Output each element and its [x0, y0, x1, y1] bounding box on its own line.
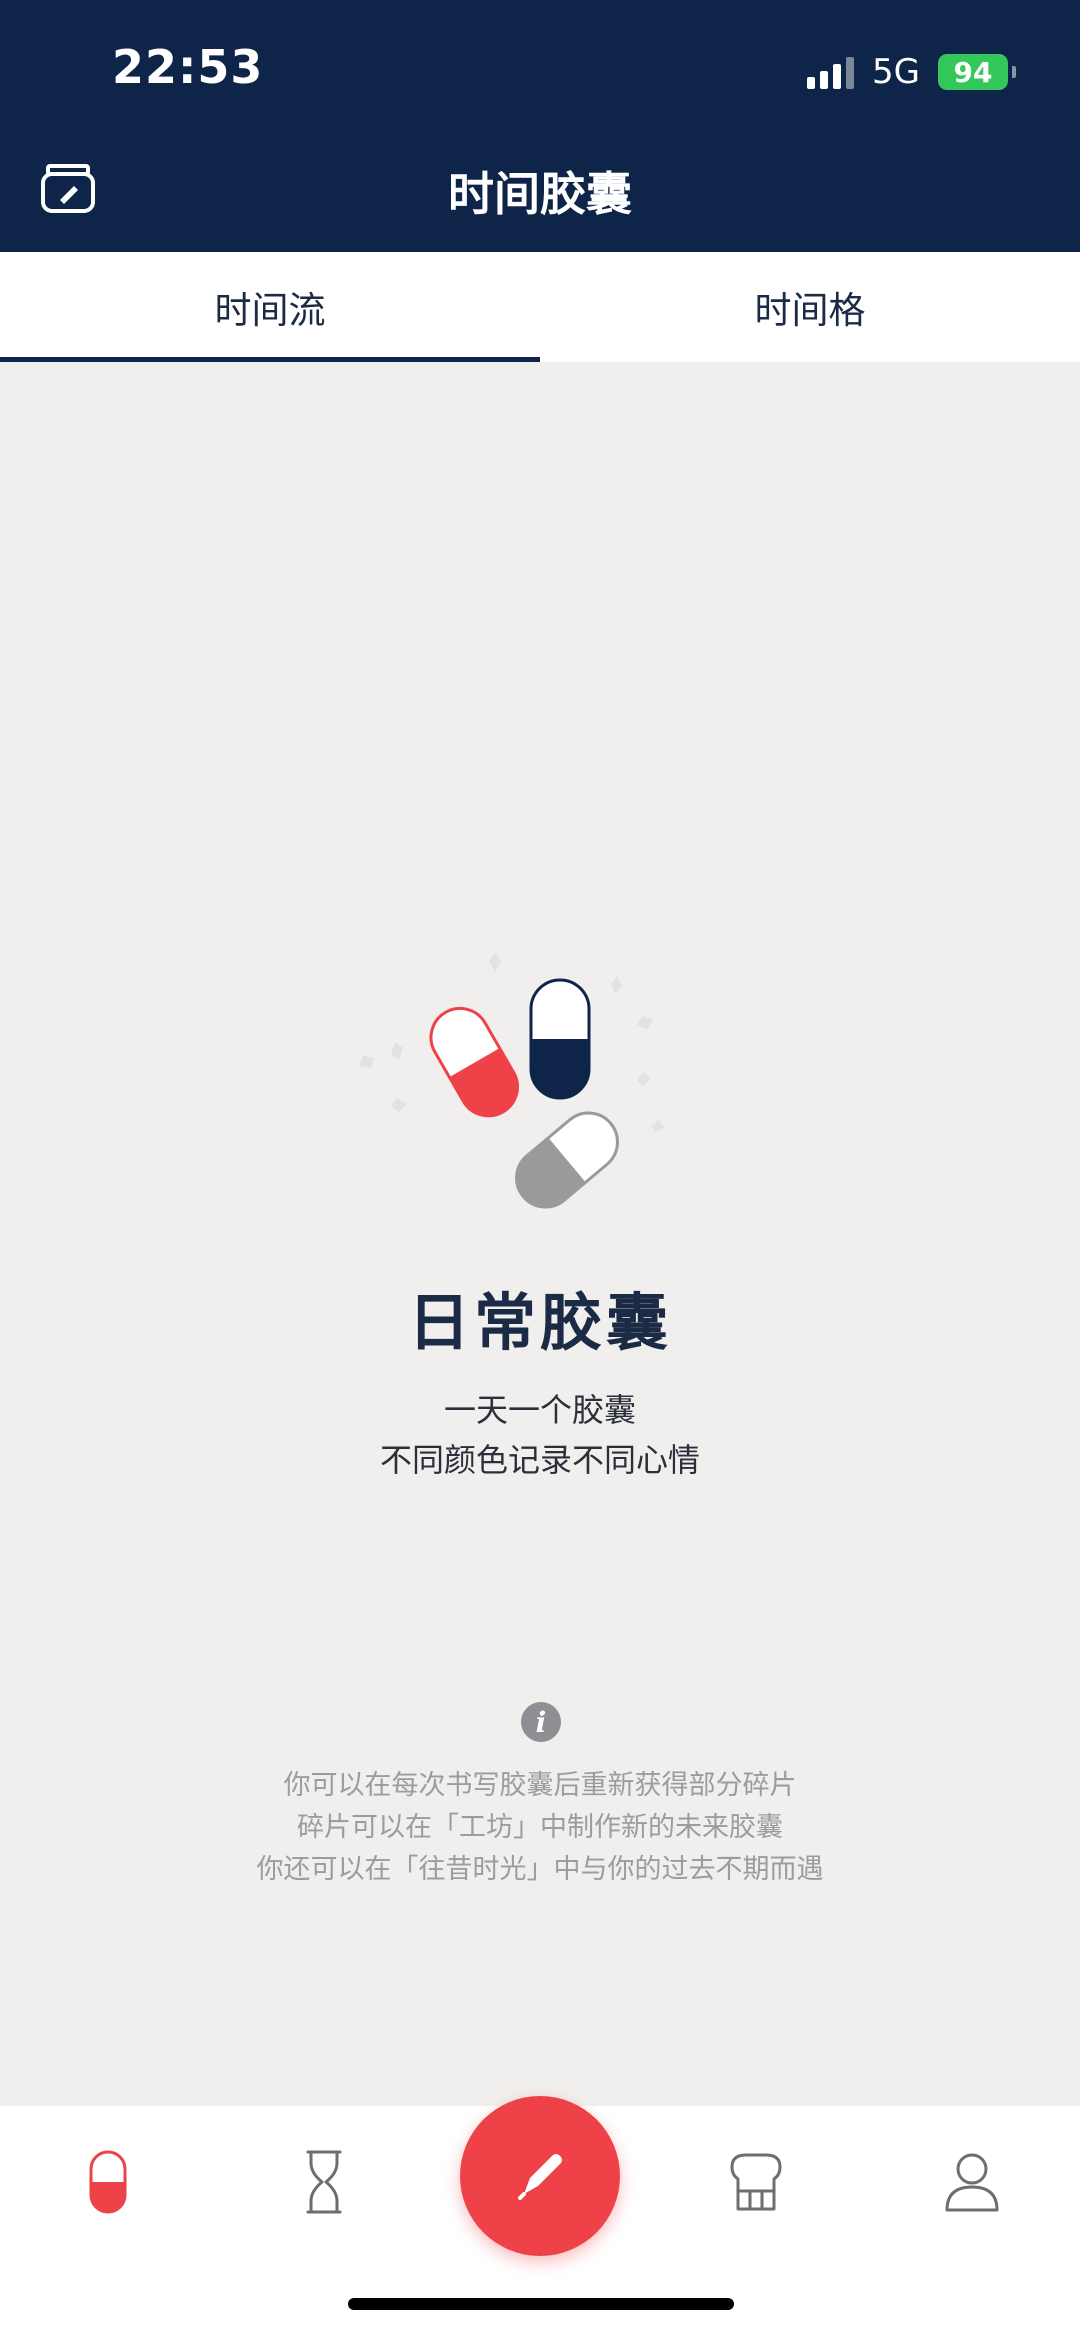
- cellular-signal-icon: [807, 55, 855, 89]
- page-title: 时间胶囊: [448, 167, 632, 221]
- capsule-icon[interactable]: [68, 2142, 148, 2222]
- battery-level: 94: [953, 55, 993, 89]
- tip-line-3: 你还可以在「往昔时光」中与你的过去不期而遇: [256, 1854, 824, 1885]
- workshop-icon[interactable]: [716, 2142, 796, 2222]
- status-time: 22:53: [112, 40, 264, 94]
- hourglass-icon[interactable]: [284, 2142, 364, 2222]
- empty-state-description-line2: 不同颜色记录不同心情: [379, 1441, 700, 1479]
- capsules-illustration: [355, 950, 675, 1230]
- tab-timeline[interactable]: 时间流: [0, 252, 540, 362]
- tip-line-1: 你可以在每次书写胶囊后重新获得部分碎片: [283, 1770, 797, 1801]
- network-type: 5G: [872, 52, 920, 92]
- battery-icon: 94: [938, 54, 1016, 90]
- pencil-icon: [518, 2154, 562, 2200]
- empty-state-description-line1: 一天一个胶囊: [443, 1391, 636, 1429]
- info-icon: i: [521, 1702, 561, 1742]
- user-icon[interactable]: [932, 2142, 1012, 2222]
- empty-state-title: 日常胶囊: [407, 1286, 672, 1359]
- status-indicators: 5G 94: [807, 52, 1016, 92]
- app-header: 22:53 5G 94 时间胶囊: [0, 0, 1080, 252]
- write-button[interactable]: [460, 2096, 620, 2256]
- tip-line-2: 碎片可以在「工坊」中制作新的未来胶囊: [297, 1812, 783, 1843]
- tab-grid[interactable]: 时间格: [540, 252, 1080, 362]
- home-indicator: [348, 2298, 734, 2310]
- tab-bar-top: 时间流 时间格: [0, 252, 1080, 362]
